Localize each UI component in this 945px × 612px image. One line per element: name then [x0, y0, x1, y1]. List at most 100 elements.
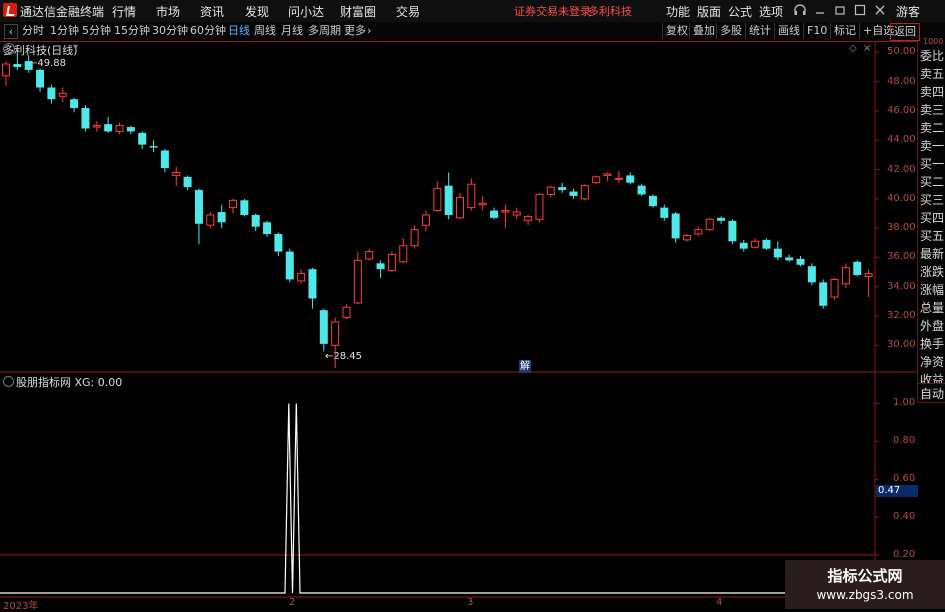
period-more[interactable]: 更多	[344, 23, 366, 39]
watermark-url: www.zbgs3.com	[816, 588, 914, 602]
candle-body-down	[274, 234, 283, 252]
side-panel-item[interactable]: 最新	[920, 246, 945, 263]
candle-body-up	[705, 218, 714, 231]
menu-trade[interactable]: 交易	[396, 3, 420, 20]
headset-icon[interactable]	[793, 3, 807, 17]
period-weekly[interactable]: 周线	[254, 23, 276, 39]
candle-body-up	[456, 196, 464, 219]
period-toolbar: ‹ 分时 1分钟 5分钟 15分钟 30分钟 60分钟 日线 周线 月线 多周期…	[0, 22, 945, 42]
candle-body-up	[172, 171, 181, 176]
candle-body-up	[751, 240, 760, 248]
close-icon[interactable]	[873, 3, 887, 17]
auto-button[interactable]: 自动	[917, 383, 945, 403]
period-15min[interactable]: 15分钟	[114, 23, 150, 39]
side-panel-item[interactable]: 净资	[920, 354, 945, 371]
period-daily[interactable]: 日线	[228, 23, 250, 39]
candle-body-down	[36, 69, 45, 88]
candle-body-down	[671, 213, 680, 239]
tool-overlay[interactable]: 叠加	[689, 23, 718, 39]
candle-body-up	[2, 63, 10, 77]
candle-body-up	[524, 215, 533, 222]
candle-body-up	[694, 229, 703, 235]
side-panel-item[interactable]: 卖五	[920, 66, 945, 83]
guest-user[interactable]: 游客	[896, 3, 920, 20]
menu-market[interactable]: 市场	[156, 3, 180, 20]
chevron-right-icon[interactable]: ›	[367, 23, 371, 39]
side-panel-item[interactable]: 换手	[920, 336, 945, 353]
minimize-icon[interactable]	[813, 3, 827, 17]
candle-body-down	[217, 212, 226, 223]
candle-body-down	[785, 257, 794, 261]
candle-body-down	[819, 282, 828, 306]
candlestick-chart[interactable]	[0, 41, 917, 609]
period-1min[interactable]: 1分钟	[50, 23, 79, 39]
side-panel-item[interactable]: 卖三	[920, 102, 945, 119]
side-panel-item[interactable]: 卖二	[920, 120, 945, 137]
side-panel-item[interactable]: 委比	[920, 48, 945, 65]
side-panel-item[interactable]: 涨跌	[920, 264, 945, 281]
candle-body-down	[648, 195, 657, 207]
side-panel-item[interactable]: 涨幅	[920, 282, 945, 299]
menu-market-quotes[interactable]: 行情	[112, 3, 136, 20]
side-panel-item[interactable]: 买一	[920, 156, 945, 173]
tool-f10[interactable]: F10	[803, 23, 830, 39]
period-monthly[interactable]: 月线	[281, 23, 303, 39]
menu-ask-assistant[interactable]: 问小达	[288, 3, 324, 20]
side-panel-item[interactable]: 卖四	[920, 84, 945, 101]
side-panel-item[interactable]: 买二	[920, 174, 945, 191]
candle-body-down	[569, 191, 578, 196]
menu-functions[interactable]: 功能	[666, 3, 690, 20]
candle-body-up	[841, 267, 850, 285]
menu-formula[interactable]: 公式	[728, 3, 752, 20]
candle-body-down	[160, 150, 169, 169]
tool-back[interactable]: 返回	[890, 23, 920, 41]
menu-options[interactable]: 选项	[759, 3, 783, 20]
restore-icon[interactable]	[833, 3, 847, 17]
candle-body-down	[626, 175, 635, 183]
auto-button-label: 自动	[920, 387, 945, 401]
tool-multi-stock[interactable]: 多股	[716, 23, 745, 39]
side-panel-item[interactable]: 买五	[920, 228, 945, 245]
side-panel-item[interactable]: 买三	[920, 192, 945, 209]
candle-body-down	[47, 87, 56, 100]
tool-statistics[interactable]: 统计	[745, 23, 774, 39]
candle-body-down	[558, 187, 567, 191]
candle-body-up	[683, 234, 691, 241]
candle-body-down	[183, 176, 192, 188]
maximize-icon[interactable]	[853, 3, 867, 17]
tool-mark[interactable]: 标记	[830, 23, 859, 39]
menu-news[interactable]: 资讯	[200, 3, 224, 20]
candle-body-down	[762, 239, 771, 249]
candle-body-up	[387, 254, 396, 272]
candle-body-up	[410, 229, 419, 247]
side-panel-item[interactable]: 总量	[920, 300, 945, 317]
candle-body-up	[353, 259, 362, 304]
tool-draw-line[interactable]: 画线	[774, 23, 803, 39]
period-multi[interactable]: 多周期	[308, 23, 341, 39]
current-stock-name: 多利科技	[588, 5, 632, 18]
side-panel-item[interactable]: 卖一	[920, 138, 945, 155]
candle-body-up	[467, 183, 476, 209]
back-arrow-icon[interactable]: ‹	[4, 24, 18, 39]
menu-discover[interactable]: 发现	[245, 3, 269, 20]
period-intraday[interactable]: 分时	[22, 23, 44, 39]
trade-login-warning[interactable]: 证券交易未登录	[514, 3, 591, 19]
candle-body-down	[70, 99, 79, 108]
side-panel-item[interactable]: 外盘	[920, 318, 945, 335]
tool-adjust-price[interactable]: 复权	[662, 23, 691, 39]
candle-body-up	[592, 176, 601, 184]
candle-body-up	[512, 211, 521, 216]
side-panel-item[interactable]: 买四	[920, 210, 945, 227]
period-5min[interactable]: 5分钟	[82, 23, 111, 39]
candle-body-up	[297, 273, 306, 282]
period-60min[interactable]: 60分钟	[190, 23, 226, 39]
candle-body-down	[728, 220, 737, 242]
candle-body-down	[285, 251, 294, 280]
period-30min[interactable]: 30分钟	[152, 23, 188, 39]
menu-wealth-circle[interactable]: 财富圈	[340, 3, 376, 20]
candle-body-down	[251, 214, 260, 227]
candle-body-down	[853, 261, 862, 276]
candle-body-down	[773, 248, 782, 258]
candle-body-down	[138, 132, 147, 145]
menu-layout[interactable]: 版面	[697, 3, 721, 20]
